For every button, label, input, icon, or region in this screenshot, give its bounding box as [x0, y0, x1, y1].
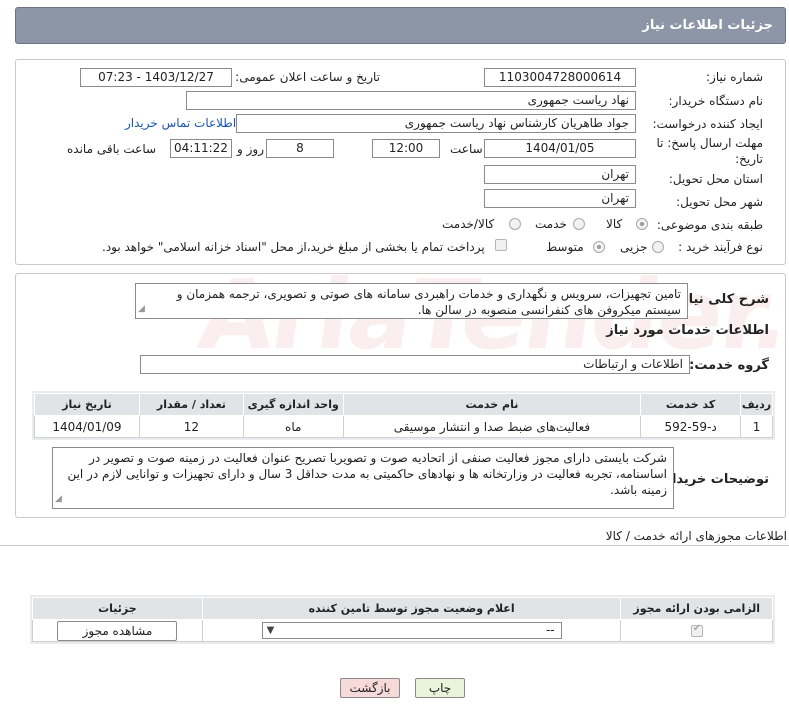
deadline-label: مهلت ارسال پاسخ: تا: [656, 136, 763, 150]
category-option-service: خدمت: [535, 217, 567, 231]
deadline-date-field[interactable]: 1404/01/05: [484, 139, 636, 158]
col-service-code: کد خدمت: [640, 393, 742, 416]
category-radio-goods[interactable]: [636, 218, 648, 230]
need-number-label: شماره نیاز:: [706, 70, 763, 84]
days-label: روز و: [237, 142, 264, 156]
permit-required-cell: ✔: [620, 619, 773, 642]
services-table-wrap: ردیف کد خدمت نام خدمت واحد اندازه گیری ت…: [32, 391, 775, 440]
remaining-label: ساعت باقی مانده: [67, 142, 157, 156]
category-radio-service[interactable]: [573, 218, 585, 230]
category-option-goods: کالا: [606, 217, 623, 231]
resize-grip-icon[interactable]: ◢: [138, 301, 145, 317]
col-quantity: تعداد / مقدار: [138, 393, 244, 416]
check-icon: ✔: [692, 623, 702, 634]
row-index: 1: [740, 415, 773, 438]
col-unit: واحد اندازه گیری: [242, 393, 344, 416]
province-label: استان محل تحویل:: [668, 172, 763, 186]
table-row[interactable]: 1 د-59-592 فعالیت‌های ضبط صدا و انتشار م…: [34, 415, 773, 438]
category-radio-goods-service[interactable]: [509, 218, 521, 230]
category-option-goods-service: کالا/خدمت: [442, 217, 495, 231]
announce-label: تاریخ و ساعت اعلان عمومی:: [235, 70, 380, 84]
remaining-time-field[interactable]: 04:11:22: [170, 139, 232, 158]
buyer-org-field[interactable]: نهاد ریاست جمهوری: [186, 91, 636, 110]
summary-text: تامین تجهیزات، سرویس و نگهداری و خدمات ر…: [176, 287, 681, 317]
category-label: طبقه بندی موضوعی:: [656, 218, 763, 232]
permits-table-header: الزامی بودن ارائه مجوز اعلام وضعیت مجوز …: [32, 597, 773, 620]
city-field[interactable]: تهران: [484, 189, 636, 208]
view-permit-button[interactable]: مشاهده مجوز: [57, 620, 178, 641]
print-button[interactable]: چاپ: [415, 678, 465, 698]
service-need-date: 1404/01/09: [34, 415, 140, 438]
buyer-notes-textarea[interactable]: شرکت بایستی دارای مجوز فعالیت صنفی از ات…: [52, 447, 674, 509]
buyer-contact-link[interactable]: اطلاعات تماس خریدار: [125, 116, 236, 130]
buyer-notes-label: توضیحات خریدار:: [659, 472, 769, 487]
services-table: ردیف کد خدمت نام خدمت واحد اندازه گیری ت…: [34, 393, 773, 438]
table-row: ✔ -- ▼ مشاهده مجوز: [32, 619, 773, 642]
services-section-title: اطلاعات خدمات مورد نیاز: [606, 323, 769, 338]
permit-details-cell: مشاهده مجوز: [32, 619, 203, 642]
col-service-name: نام خدمت: [342, 393, 642, 416]
days-field[interactable]: 8: [266, 139, 334, 158]
announce-field[interactable]: 1403/12/27 - 07:23: [80, 68, 232, 87]
services-table-header: ردیف کد خدمت نام خدمت واحد اندازه گیری ت…: [34, 393, 773, 416]
chevron-down-icon: ▼: [266, 625, 275, 636]
province-field[interactable]: تهران: [484, 165, 636, 184]
summary-textarea[interactable]: تامین تجهیزات، سرویس و نگهداری و خدمات ر…: [135, 283, 688, 319]
creator-field[interactable]: جواد طاهریان کارشناس نهاد ریاست جمهوری: [236, 114, 636, 133]
service-quantity: 12: [138, 415, 244, 438]
permit-required-checkbox: ✔: [690, 623, 703, 637]
buyer-org-label: نام دستگاه خریدار:: [668, 94, 764, 108]
city-label: شهر محل تحویل:: [676, 195, 763, 209]
permit-status-select[interactable]: -- ▼: [261, 622, 562, 639]
need-number-field[interactable]: 1103004728000614: [484, 68, 636, 87]
permits-table-wrap: الزامی بودن ارائه مجوز اعلام وضعیت مجوز …: [30, 595, 775, 644]
col-need-date: تاریخ نیاز: [34, 393, 140, 416]
creator-label: ایجاد کننده درخواست:: [652, 117, 763, 131]
service-code: د-59-592: [640, 415, 742, 438]
permit-status-cell: -- ▼: [201, 619, 622, 642]
back-button[interactable]: بازگشت: [340, 678, 400, 698]
deadline-time-label: ساعت: [450, 142, 483, 156]
deadline-label-2: تاریخ:: [735, 152, 763, 166]
deadline-time-field[interactable]: 12:00: [372, 139, 440, 158]
permit-status-value: --: [545, 623, 555, 637]
service-group-field[interactable]: اطلاعات و ارتباطات: [140, 355, 690, 374]
service-name: فعالیت‌های ضبط صدا و انتشار موسیقی: [342, 415, 642, 438]
service-unit: ماه: [242, 415, 344, 438]
buyer-notes-text: شرکت بایستی دارای مجوز فعالیت صنفی از ات…: [67, 451, 667, 497]
summary-label: شرح کلی نیاز:: [675, 292, 769, 307]
page-header: جزئیات اطلاعات نیاز: [15, 7, 786, 44]
col-permit-details: جزئیات: [32, 597, 203, 620]
resize-grip-icon[interactable]: ◢: [55, 491, 62, 507]
need-info-panel: [15, 59, 786, 265]
page-title: جزئیات اطلاعات نیاز: [642, 18, 773, 33]
permits-divider: [0, 545, 789, 546]
permits-section-title: اطلاعات مجوزهای ارائه خدمت / کالا: [605, 529, 787, 543]
col-row: ردیف: [740, 393, 773, 416]
col-permit-required: الزامی بودن ارائه مجوز: [620, 597, 773, 620]
col-permit-status: اعلام وضعیت مجوز توسط تامین کننده: [201, 597, 622, 620]
service-group-label: گروه خدمت:: [689, 358, 769, 373]
permits-table: الزامی بودن ارائه مجوز اعلام وضعیت مجوز …: [32, 597, 773, 642]
